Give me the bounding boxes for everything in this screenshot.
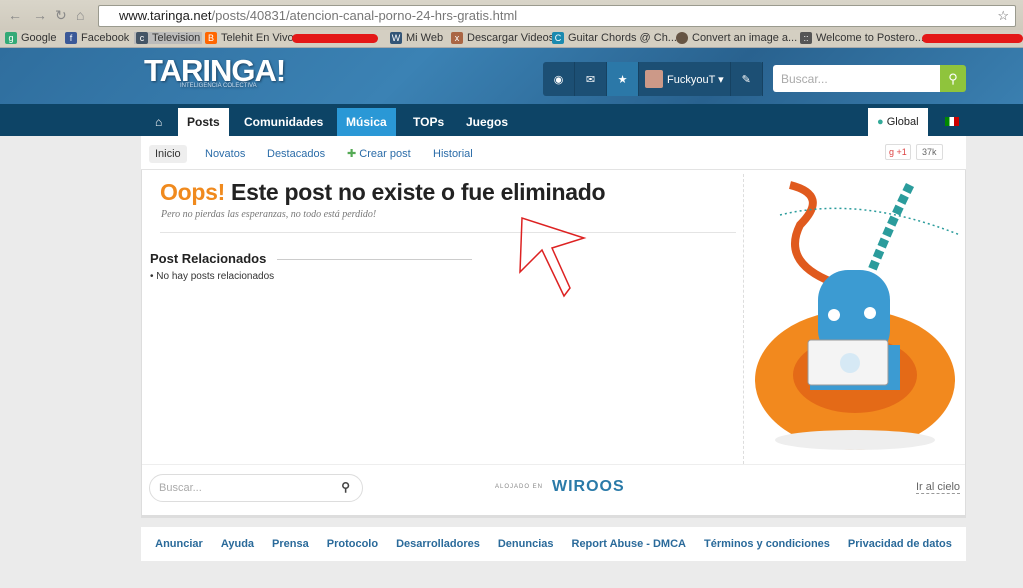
reload-icon[interactable]: ↻ — [55, 7, 67, 24]
redaction-mark — [292, 34, 378, 43]
mexico-flag-icon[interactable] — [936, 108, 968, 136]
footer-search-input[interactable]: Buscar... ⚲ — [149, 474, 363, 502]
footer-link[interactable]: Denuncias — [498, 538, 554, 550]
forward-icon[interactable]: → — [33, 7, 47, 23]
bookmark-mi-web[interactable]: W Mi Web — [390, 32, 443, 44]
divider — [743, 174, 744, 464]
footer-link[interactable]: Protocolo — [327, 538, 378, 550]
hosted-label: ALOJADO EN — [495, 484, 544, 490]
blogger-icon: B — [205, 32, 217, 44]
footer-link[interactable]: Prensa — [272, 538, 309, 550]
back-icon[interactable]: ← — [8, 7, 22, 23]
divider — [277, 259, 472, 260]
postero-icon: :: — [800, 32, 812, 44]
tab-musica[interactable]: Música — [337, 108, 396, 136]
tab-juegos[interactable]: Juegos — [457, 108, 517, 136]
footer-link[interactable]: Ayuda — [221, 538, 254, 550]
bookmark-television[interactable]: c Television — [134, 32, 203, 44]
footer-link[interactable]: Report Abuse - DMCA — [572, 538, 686, 550]
address-bar[interactable]: www.taringa.net/posts/40831/atencion-can… — [98, 5, 1016, 27]
page-subtitle: Pero no pierdas las esperanzas, no todo … — [161, 209, 377, 220]
taringa-logo[interactable]: TARINGA! INTELIGENCIA COLECTIVA — [144, 53, 286, 89]
tab-posts[interactable]: Posts — [178, 108, 229, 136]
home-icon[interactable]: ⌂ — [76, 7, 84, 23]
bookmark-convert[interactable]: Convert an image a... — [676, 32, 797, 44]
avatar — [645, 70, 663, 88]
subnav-novatos[interactable]: Novatos — [199, 145, 251, 163]
wordpress-icon: W — [390, 32, 402, 44]
chords-icon: C — [552, 32, 564, 44]
site-header: TARINGA! INTELIGENCIA COLECTIVA ◉ ✉ ★ Fuc… — [0, 48, 1023, 104]
divider — [160, 232, 736, 233]
footer-link[interactable]: Términos y condiciones — [704, 538, 830, 550]
user-bar: ◉ ✉ ★ FuckyouT ▾ ✎ — [543, 62, 763, 96]
bookmark-descargar[interactable]: x Descargar Videos — [451, 32, 554, 44]
convert-icon — [676, 32, 688, 44]
tab-tops[interactable]: TOPs — [404, 108, 453, 136]
eye-icon[interactable]: ◉ — [543, 62, 575, 96]
red-arrow-annotation — [519, 216, 587, 298]
star-icon[interactable]: ☆ — [997, 6, 1009, 26]
footer-link[interactable]: Anunciar — [155, 538, 203, 550]
footer-links: Anunciar Ayuda Prensa Protocolo Desarrol… — [141, 527, 966, 561]
subnav-destacados[interactable]: Destacados — [261, 145, 331, 163]
plus-icon: ✚ — [347, 148, 357, 160]
search-input[interactable]: Buscar... — [773, 65, 940, 92]
tab-global[interactable]: ● Global — [868, 108, 928, 136]
browser-toolbar: ← → ↻ ⌂ www.taringa.net/posts/40831/aten… — [0, 0, 1023, 30]
back-to-top-link[interactable]: Ir al cielo — [916, 481, 961, 494]
card-footer: Buscar... ⚲ ALOJADO EN WIROOS Ir al cielo — [142, 464, 965, 514]
page-title: Oops! Este post no existe o fue eliminad… — [160, 179, 606, 205]
bookmark-guitar[interactable]: C Guitar Chords @ Ch... — [552, 32, 677, 44]
mail-icon[interactable]: ✉ — [575, 62, 607, 96]
tab-comunidades[interactable]: Comunidades — [235, 108, 332, 136]
content-card: Oops! Este post no existe o fue eliminad… — [141, 170, 966, 516]
bookmark-postero[interactable]: :: Welcome to Postero... — [800, 32, 924, 44]
google-icon: g — [5, 32, 17, 44]
plus-count: 37k — [916, 144, 943, 160]
bookmark-telehit[interactable]: B Telehit En Vivo — [205, 32, 294, 44]
mascot-illustration — [755, 181, 960, 450]
wiroos-logo[interactable]: WIROOS — [552, 478, 625, 496]
search-button[interactable]: ⚲ — [940, 65, 966, 92]
download-icon: x — [451, 32, 463, 44]
bookmarks-bar: g Google f Facebook c Television B Telehit E… — [0, 30, 1023, 48]
redaction-mark — [922, 34, 1023, 43]
related-heading: Post Relacionados — [150, 251, 267, 266]
star-icon[interactable]: ★ — [607, 62, 639, 96]
user-menu[interactable]: FuckyouT ▾ — [639, 62, 731, 96]
globe-icon: ● — [877, 116, 884, 128]
footer-link[interactable]: Privacidad de datos — [848, 538, 952, 550]
bookmark-google[interactable]: g Google — [5, 32, 56, 44]
footer-link[interactable]: Desarrolladores — [396, 538, 480, 550]
google-plus-button[interactable]: g +1 — [885, 144, 911, 160]
bookmark-facebook[interactable]: f Facebook — [65, 32, 129, 44]
search-icon[interactable]: ⚲ — [341, 480, 350, 494]
subnav-historial[interactable]: Historial — [427, 145, 479, 163]
list-item: • No hay posts relacionados — [150, 271, 275, 282]
sub-nav: Inicio Novatos Destacados ✚ Crear post H… — [141, 136, 966, 170]
tv-icon: c — [136, 32, 148, 44]
home-tab[interactable]: ⌂ — [146, 108, 171, 136]
edit-icon[interactable]: ✎ — [731, 62, 763, 96]
subnav-crear-post[interactable]: ✚ Crear post — [341, 145, 417, 163]
main-nav: ⌂ Posts Comunidades Música TOPs Juegos ●… — [0, 104, 1023, 136]
facebook-icon: f — [65, 32, 77, 44]
subnav-inicio[interactable]: Inicio — [149, 145, 187, 163]
